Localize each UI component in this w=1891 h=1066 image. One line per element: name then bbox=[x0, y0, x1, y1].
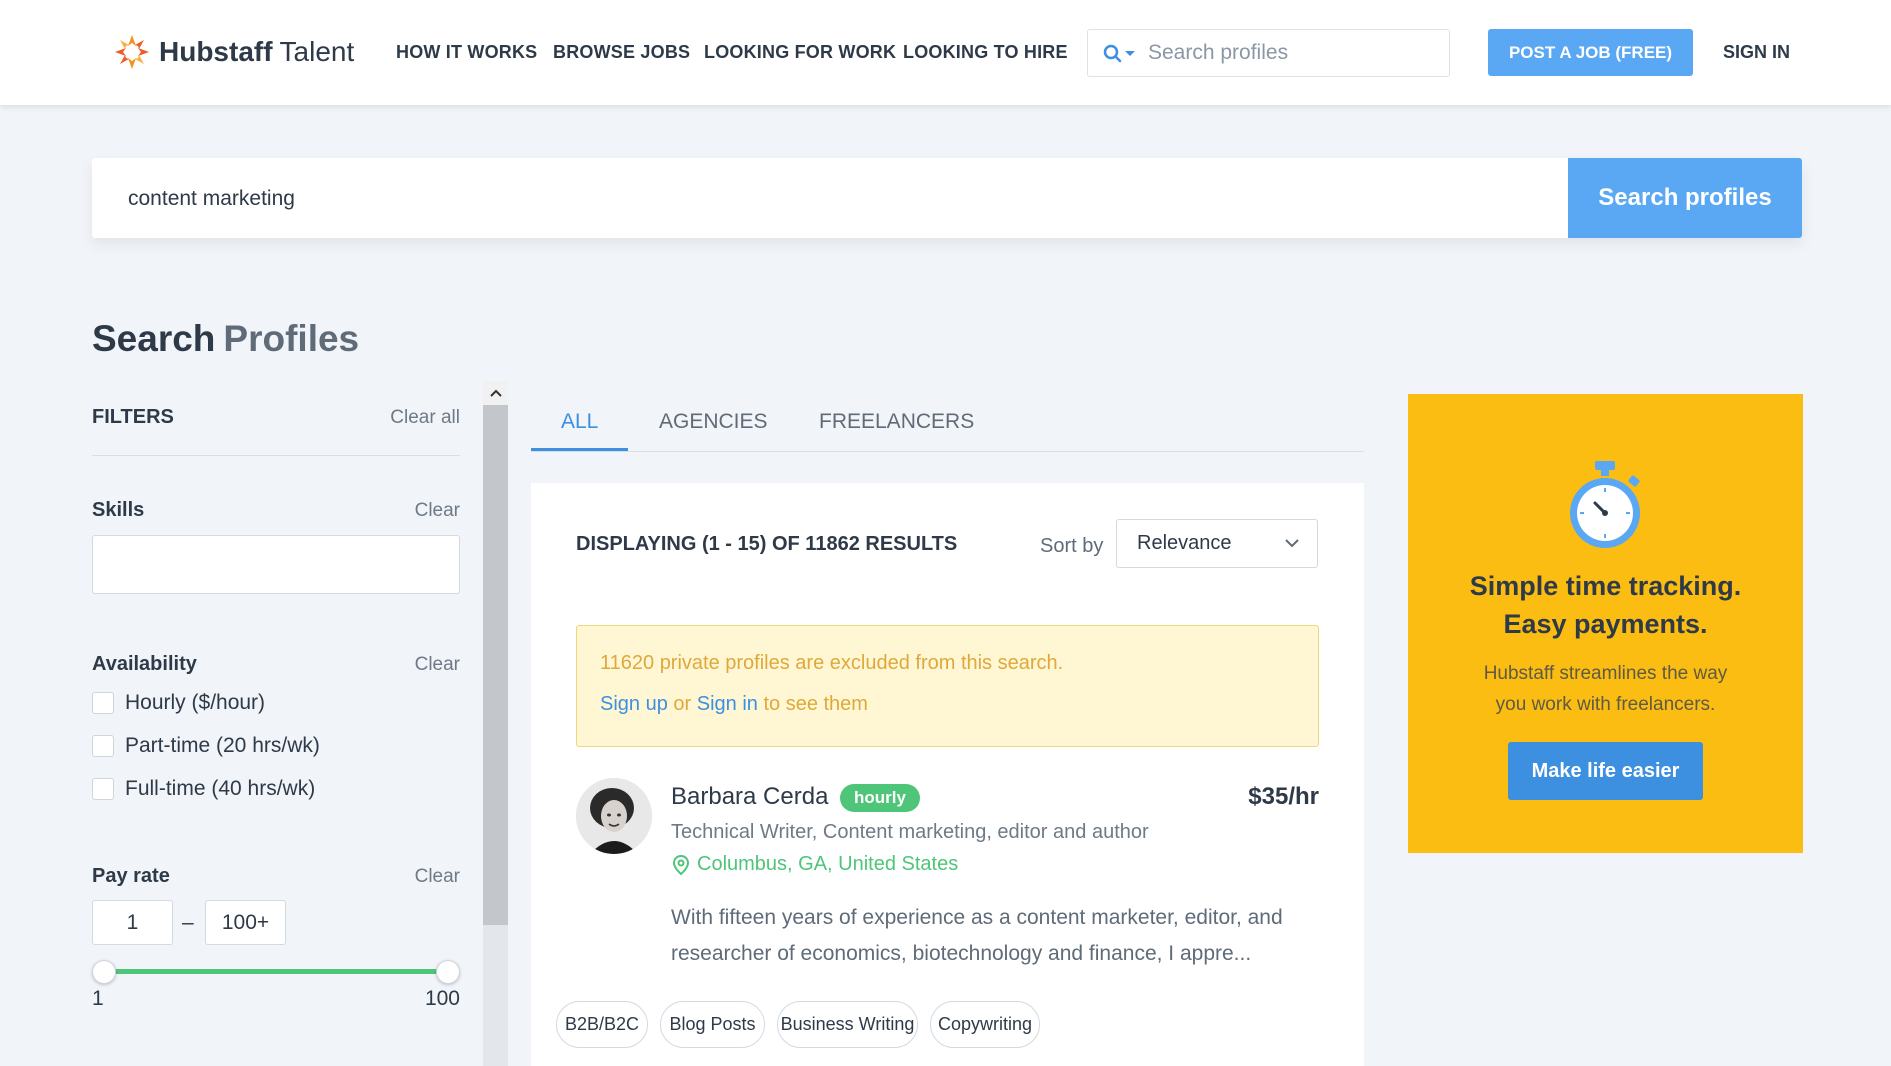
profile-location-text: Columbus, GA, United States bbox=[697, 853, 959, 875]
scroll-up-arrow-icon[interactable] bbox=[483, 381, 508, 405]
notice-rest: to see them bbox=[757, 693, 868, 715]
results-card: DISPLAYING (1 - 15) OF 11862 RESULTS Sor… bbox=[531, 483, 1364, 1066]
page-title-bold: Search bbox=[92, 318, 216, 359]
pay-rate-slider-max-handle[interactable] bbox=[436, 960, 460, 984]
sort-select[interactable]: Relevance bbox=[1116, 519, 1318, 568]
profile-location: Columbus, GA, United States bbox=[671, 853, 958, 876]
promo-text: Hubstaff streamlines the way you work wi… bbox=[1408, 658, 1803, 720]
notice-text: 11620 private profiles are excluded from… bbox=[600, 652, 1064, 674]
chevron-down-icon bbox=[1285, 539, 1299, 548]
notice-sign-in-link[interactable]: Sign in bbox=[697, 693, 758, 715]
result-type-tabs: ALL AGENCIES FREELANCERS bbox=[531, 394, 1364, 452]
pay-rate-label: Pay rate bbox=[92, 865, 170, 887]
promo-headline-line-2: Easy payments. bbox=[1503, 609, 1708, 639]
tab-all[interactable]: ALL bbox=[561, 410, 598, 434]
results-count: DISPLAYING (1 - 15) OF 11862 RESULTS bbox=[576, 533, 958, 555]
pay-rate-clear[interactable]: Clear bbox=[415, 866, 460, 888]
profile-description: With fifteen years of experience as a co… bbox=[671, 906, 1283, 965]
pay-rate-slider-track bbox=[104, 969, 448, 974]
private-profiles-notice: 11620 private profiles are excluded from… bbox=[576, 625, 1319, 747]
skill-tag[interactable]: B2B/B2C bbox=[556, 1001, 648, 1048]
profile-name[interactable]: Barbara Cerda bbox=[671, 783, 828, 811]
nav-looking-to-hire[interactable]: LOOKING TO HIRE bbox=[903, 42, 1068, 63]
skill-tag[interactable]: Blog Posts bbox=[660, 1001, 765, 1048]
search-profiles-button[interactable]: Search profiles bbox=[1568, 158, 1802, 238]
promo-panel: Simple time tracking. Easy payments. Hub… bbox=[1408, 394, 1803, 853]
profile-rate: $35/hr bbox=[1248, 783, 1319, 810]
availability-hourly-option[interactable]: Hourly ($/hour) bbox=[92, 691, 265, 715]
pay-rate-min-input[interactable]: 1 bbox=[92, 900, 173, 945]
main-search-input[interactable] bbox=[128, 182, 1528, 216]
filters-scrollbar[interactable] bbox=[483, 381, 508, 1066]
nav-browse-jobs[interactable]: BROWSE JOBS bbox=[553, 42, 690, 63]
location-pin-icon bbox=[672, 854, 690, 875]
sign-in-link[interactable]: SIGN IN bbox=[1723, 42, 1790, 63]
notice-sign-up-link[interactable]: Sign up bbox=[600, 693, 668, 715]
nav-looking-for-work[interactable]: LOOKING FOR WORK bbox=[704, 42, 896, 63]
part-time-label: Part-time (20 hrs/wk) bbox=[125, 734, 320, 757]
hourly-checkbox[interactable] bbox=[92, 692, 114, 714]
profile-title: Technical Writer, Content marketing, edi… bbox=[671, 821, 1149, 843]
tab-freelancers[interactable]: FREELANCERS bbox=[819, 410, 974, 434]
full-time-checkbox[interactable] bbox=[92, 778, 114, 800]
top-navigation-bar: Hubstaff Talent HOW IT WORKS BROWSE JOBS… bbox=[0, 0, 1891, 105]
promo-text-line-1: Hubstaff streamlines the way bbox=[1483, 663, 1728, 684]
full-time-label: Full-time (40 hrs/wk) bbox=[125, 777, 316, 800]
filters-divider bbox=[92, 455, 460, 456]
hubstaff-talent-logo[interactable]: Hubstaff Talent bbox=[113, 33, 354, 71]
skills-clear[interactable]: Clear bbox=[415, 500, 460, 522]
make-life-easier-button[interactable]: Make life easier bbox=[1508, 742, 1703, 800]
search-type-dropdown-icon[interactable] bbox=[1103, 44, 1141, 64]
nav-how-it-works[interactable]: HOW IT WORKS bbox=[396, 42, 537, 63]
pay-rate-max-input[interactable]: 100+ bbox=[205, 900, 286, 945]
availability-clear[interactable]: Clear bbox=[415, 654, 460, 676]
page-title: Search Profiles bbox=[92, 318, 359, 360]
filters-heading: FILTERS bbox=[92, 406, 174, 428]
slider-min-label: 1 bbox=[92, 987, 104, 1010]
avatar[interactable] bbox=[576, 778, 652, 854]
skill-tag[interactable]: Business Writing bbox=[777, 1001, 918, 1048]
sort-select-value: Relevance bbox=[1137, 532, 1232, 554]
availability-part-time-option[interactable]: Part-time (20 hrs/wk) bbox=[92, 734, 320, 758]
skill-tag[interactable]: Copywriting bbox=[930, 1001, 1040, 1048]
header-search bbox=[1087, 29, 1450, 77]
slider-max-label: 100 bbox=[424, 987, 460, 1010]
part-time-checkbox[interactable] bbox=[92, 735, 114, 757]
page-title-light: Profiles bbox=[223, 318, 360, 359]
main-search-bar: Search profiles bbox=[92, 158, 1802, 238]
promo-headline-line-1: Simple time tracking. bbox=[1469, 571, 1742, 601]
sort-by-label: Sort by bbox=[1040, 535, 1104, 557]
hourly-label: Hourly ($/hour) bbox=[125, 691, 266, 714]
active-tab-underline bbox=[531, 448, 628, 451]
clear-all-filters[interactable]: Clear all bbox=[390, 407, 460, 429]
stopwatch-icon bbox=[1570, 461, 1640, 548]
pay-rate-slider-min-handle[interactable] bbox=[92, 960, 116, 984]
tab-agencies[interactable]: AGENCIES bbox=[659, 410, 768, 434]
logo-text-hubstaff: Hubstaff bbox=[159, 36, 273, 67]
pay-rate-dash: – bbox=[182, 911, 194, 934]
availability-full-time-option[interactable]: Full-time (40 hrs/wk) bbox=[92, 777, 315, 801]
availability-label: Availability bbox=[92, 653, 197, 675]
post-job-button[interactable]: POST A JOB (FREE) bbox=[1488, 29, 1693, 76]
logo-text-talent: Talent bbox=[279, 36, 355, 67]
notice-signin-line: Sign up or Sign in to see them bbox=[600, 693, 868, 716]
header-search-input[interactable] bbox=[1148, 38, 1438, 68]
scrollbar-thumb[interactable] bbox=[483, 405, 508, 925]
status-badge: hourly bbox=[840, 784, 920, 812]
promo-headline: Simple time tracking. Easy payments. bbox=[1408, 567, 1803, 643]
logo-star-icon bbox=[115, 35, 149, 69]
skills-label: Skills bbox=[92, 499, 145, 521]
notice-or: or bbox=[667, 693, 697, 715]
promo-text-line-2: you work with freelancers. bbox=[1495, 694, 1716, 715]
skills-input[interactable] bbox=[92, 535, 460, 594]
